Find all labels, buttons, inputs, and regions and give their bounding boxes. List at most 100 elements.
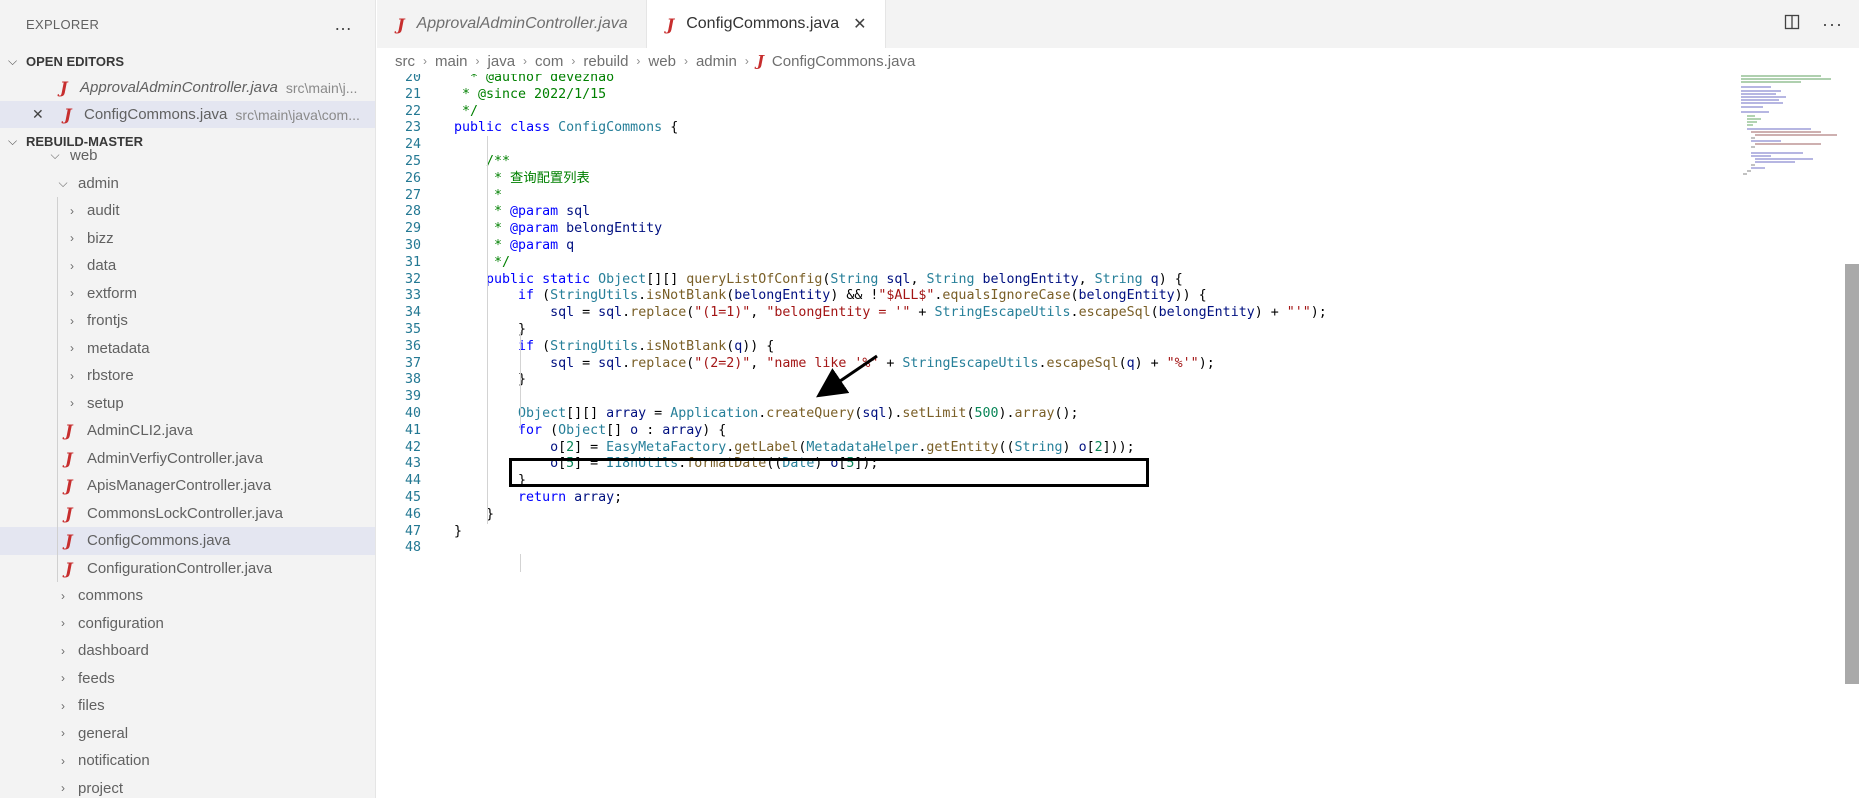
- open-editor-name: ConfigCommons.java: [84, 106, 228, 123]
- code-token: 2: [1094, 439, 1103, 455]
- code-token: */: [454, 103, 479, 119]
- editor-actions: ···: [1784, 0, 1843, 48]
- close-icon[interactable]: ✕: [853, 14, 866, 34]
- code-token: [: [1086, 439, 1095, 455]
- tree-folder-item[interactable]: › frontjs: [0, 307, 375, 335]
- tree-folder-item[interactable]: › project: [0, 775, 375, 798]
- tree-folder-item[interactable]: ⌵ admin: [0, 170, 375, 198]
- java-file-icon: J: [666, 14, 675, 34]
- tree-file-item[interactable]: J ConfigurationController.java: [0, 554, 375, 582]
- tree-item-label: general: [78, 724, 129, 742]
- open-editors-section[interactable]: ⌵ OPEN EDITORS: [0, 48, 375, 74]
- java-file-icon: J: [65, 503, 73, 523]
- breadcrumb-item[interactable]: main: [435, 53, 468, 70]
- tree-folder-item[interactable]: › notification: [0, 747, 375, 775]
- tab-label: ConfigCommons.java: [686, 15, 840, 32]
- breadcrumb-item[interactable]: java: [488, 53, 516, 70]
- tree-folder-item[interactable]: › files: [0, 692, 375, 720]
- tree-folder-item[interactable]: › bizz: [0, 224, 375, 252]
- code-token: ).: [998, 406, 1015, 421]
- tree-folder-item[interactable]: › configuration: [0, 610, 375, 638]
- tree-file-item[interactable]: J ApisManagerController.java: [0, 472, 375, 500]
- code-token: public: [454, 120, 503, 136]
- indent-guide: [57, 224, 58, 252]
- tab-config-commons[interactable]: J ConfigCommons.java ✕: [646, 0, 886, 48]
- indent-guide: [57, 334, 58, 362]
- code-token: escapeSql: [1046, 355, 1119, 371]
- code-token: (: [534, 338, 551, 354]
- tree-folder-item[interactable]: › data: [0, 252, 375, 280]
- code-token: belongEntity: [1158, 305, 1255, 321]
- tree-item-label: project: [78, 779, 124, 797]
- tree-folder-item[interactable]: › extform: [0, 279, 375, 307]
- tree-file-item[interactable]: J AdminVerfiyController.java: [0, 444, 375, 472]
- code-token: belongEntity: [558, 221, 663, 237]
- breadcrumb-item[interactable]: web: [648, 53, 676, 70]
- java-file-icon: J: [65, 448, 73, 468]
- code-editor[interactable]: 20 * @author devezhao 21 * @since 2022/1/…: [377, 74, 1859, 798]
- chevron-right-icon: ›: [523, 54, 528, 68]
- more-actions-icon[interactable]: …: [334, 14, 353, 35]
- code-token: array: [606, 406, 647, 421]
- breadcrumb-item[interactable]: ConfigCommons.java: [772, 53, 915, 70]
- breadcrumb-item[interactable]: src: [395, 53, 415, 70]
- code-token: "'": [1286, 305, 1311, 321]
- chevron-down-icon: ⌵: [58, 175, 68, 190]
- code-token: @param: [510, 204, 559, 220]
- code-token: belongEntity: [734, 288, 831, 304]
- code-token: "%'": [1166, 355, 1199, 371]
- code-token: {: [662, 120, 679, 136]
- chevron-right-icon: ›: [70, 203, 74, 218]
- code-token: *: [454, 221, 511, 237]
- breadcrumb-item[interactable]: admin: [696, 53, 737, 70]
- tree-folder-item[interactable]: › audit: [0, 197, 375, 225]
- open-editor-item[interactable]: J ApprovalAdminController.java src\main\j.…: [0, 74, 375, 101]
- tree-folder-item[interactable]: › dashboard: [0, 637, 375, 665]
- tree-file-item[interactable]: J AdminCLI2.java: [0, 417, 375, 445]
- tree-folder-item[interactable]: › setup: [0, 389, 375, 417]
- more-actions-icon[interactable]: ···: [1822, 14, 1843, 35]
- tree-item-label: feeds: [78, 669, 115, 687]
- code-token: (: [534, 288, 551, 304]
- code-token: )) {: [1174, 288, 1207, 304]
- tree-folder-item[interactable]: › rbstore: [0, 362, 375, 390]
- tree-folder-item[interactable]: › general: [0, 720, 375, 748]
- code-token: "name like '%": [766, 355, 879, 371]
- java-file-icon: J: [65, 476, 73, 496]
- tree-folder-item[interactable]: › metadata: [0, 334, 375, 362]
- code-token: queryListOfConfig: [686, 271, 823, 287]
- code-token: "(2=2)": [694, 355, 751, 371]
- indent-guide: [57, 389, 58, 417]
- tree-file-item[interactable]: J CommonsLockController.java: [0, 499, 375, 527]
- split-editor-icon[interactable]: [1784, 14, 1800, 35]
- editor-tab-bar: J ApprovalAdminController.java J ConfigC…: [377, 0, 1859, 48]
- code-token: EasyMetaFactory: [606, 439, 727, 455]
- close-icon[interactable]: ✕: [32, 106, 50, 123]
- code-token: @param: [510, 221, 559, 237]
- chevron-right-icon: ›: [61, 671, 65, 686]
- code-token: ]));: [1102, 439, 1135, 455]
- scrollbar-thumb[interactable]: [1845, 264, 1859, 684]
- tree-file-item[interactable]: J ConfigCommons.java: [0, 527, 375, 555]
- breadcrumb-item[interactable]: rebuild: [583, 53, 628, 70]
- open-editor-item[interactable]: ✕ J ConfigCommons.java src\main\java\com...: [0, 101, 375, 128]
- indent-guide: [487, 136, 488, 524]
- code-token: 500: [974, 406, 999, 421]
- code-token: .: [638, 338, 647, 354]
- minimap[interactable]: [1741, 74, 1841, 184]
- tree-folder-item[interactable]: › commons: [0, 582, 375, 610]
- tree-item-label: setup: [87, 394, 124, 412]
- tab-approval-admin-controller[interactable]: J ApprovalAdminController.java: [377, 0, 647, 48]
- vertical-scrollbar[interactable]: [1845, 74, 1859, 798]
- tree-folder-item[interactable]: ⌵ web: [0, 142, 375, 170]
- breadcrumb: src › main › java › com › rebuild › web › admin › J Con…: [377, 48, 1859, 74]
- code-token: Application: [670, 406, 759, 421]
- code-token: isNotBlank: [646, 288, 727, 304]
- java-file-icon: J: [397, 14, 405, 34]
- breadcrumb-item[interactable]: com: [535, 53, 563, 70]
- tree-item-label: files: [78, 697, 105, 715]
- indent-guide: [57, 252, 58, 280]
- tree-folder-item[interactable]: › feeds: [0, 665, 375, 693]
